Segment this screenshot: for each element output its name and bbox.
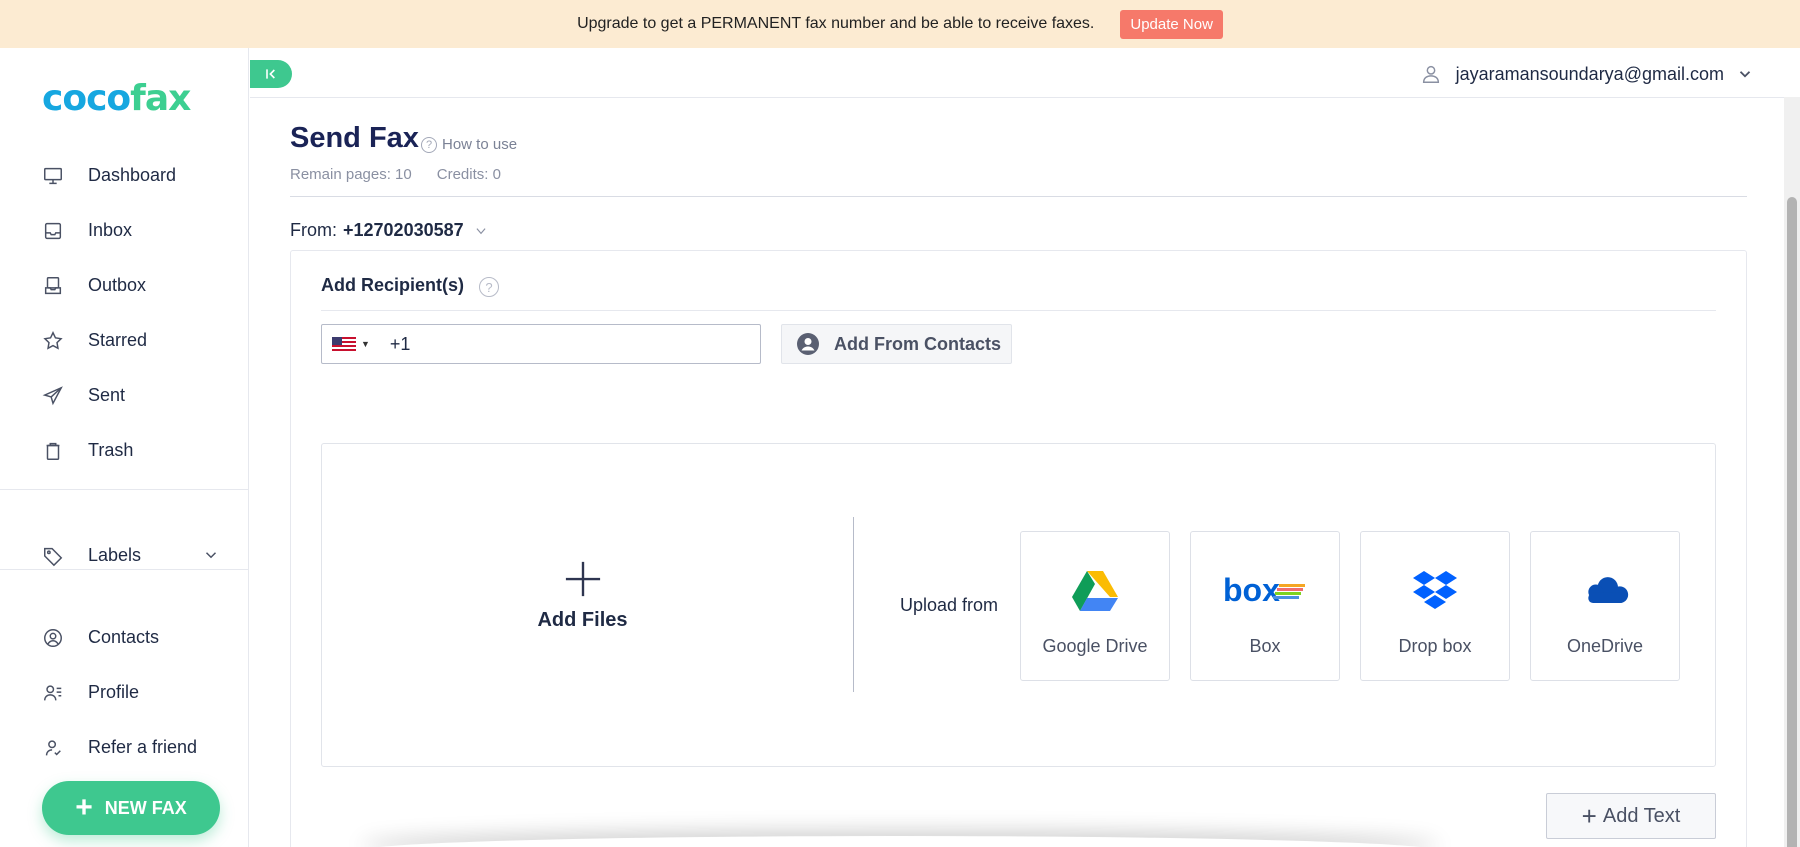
sidebar-item-label: Profile	[88, 682, 140, 702]
sidebar-item-label: Starred	[88, 330, 148, 350]
tag-icon	[44, 547, 63, 566]
sidebar-item-label: Inbox	[88, 220, 133, 240]
sidebar-item-label: Trash	[88, 440, 134, 460]
page-title: Send Fax	[290, 122, 419, 154]
sidebar-item-label: Refer a friend	[88, 737, 198, 757]
chevron-down-icon[interactable]	[202, 546, 220, 564]
user-email: jayaramansoundarya@gmail.com	[1455, 63, 1724, 84]
from-number-select[interactable]: From: +12702030587	[290, 220, 488, 241]
scrollbar-thumb[interactable]	[1787, 197, 1797, 847]
chevron-down-icon	[1739, 71, 1751, 78]
sidebar-item-label: Outbox	[88, 275, 147, 295]
help-icon: ?	[421, 136, 437, 153]
add-from-contacts-button[interactable]: Add From Contacts	[781, 324, 1012, 364]
sidebar-item-inbox[interactable]: Inbox	[0, 203, 248, 258]
profile-icon	[44, 684, 62, 700]
chevron-down-icon	[476, 227, 486, 234]
title-divider	[290, 196, 1747, 197]
remain-pages: Remain pages: 10	[290, 166, 412, 183]
box-icon: box	[1223, 574, 1305, 608]
send-icon	[42, 385, 63, 405]
user-menu[interactable]: jayaramansoundarya@gmail.com	[1420, 60, 1754, 88]
banner-text: Upgrade to get a PERMANENT fax number an…	[577, 15, 1095, 32]
sidebar-item-starred[interactable]: Starred	[0, 313, 248, 368]
add-files-button[interactable]: Add Files	[500, 560, 665, 632]
update-now-button[interactable]: Update Now	[1120, 9, 1223, 39]
sidebar-divider	[0, 569, 248, 570]
account-meta: Remain pages: 10 Credits: 0	[290, 166, 526, 183]
sidebar-item-label: Labels	[88, 545, 142, 565]
provider-label: Box	[1249, 636, 1281, 656]
outbox-icon	[44, 276, 62, 294]
sidebar-item-label: Contacts	[88, 627, 160, 647]
user-icon	[1422, 65, 1439, 83]
provider-label: OneDrive	[1566, 636, 1644, 656]
add-text-label: Add Text	[1602, 804, 1681, 827]
add-files-label: Add Files	[537, 609, 628, 631]
us-flag-icon[interactable]	[332, 337, 356, 351]
recipients-divider	[321, 310, 1716, 311]
onedrive-icon	[1588, 577, 1629, 604]
add-text-button[interactable]: + Add Text	[1546, 793, 1716, 839]
sidebar-item-label: Dashboard	[88, 165, 177, 185]
monitor-icon	[44, 167, 62, 184]
new-fax-button[interactable]: + NEW FAX	[42, 781, 220, 835]
contacts-icon	[44, 628, 62, 647]
sidebar-item-profile[interactable]: Profile	[0, 665, 248, 720]
phone-input[interactable]	[389, 333, 740, 355]
google-drive-icon	[1072, 571, 1118, 611]
dropbox-button[interactable]: Drop box	[1360, 531, 1510, 681]
sidebar-item-contacts[interactable]: Contacts	[0, 610, 248, 665]
how-to-use-link[interactable]: ? How to use	[421, 136, 517, 153]
onedrive-button[interactable]: OneDrive	[1530, 531, 1680, 681]
logo-part-coco: coco	[42, 78, 131, 119]
svg-text:box: box	[1223, 574, 1280, 608]
provider-label: Drop box	[1398, 636, 1472, 656]
plus-icon: +	[1581, 800, 1597, 831]
collapse-sidebar-button[interactable]	[250, 60, 292, 88]
sidebar-item-trash[interactable]: Trash	[0, 423, 248, 478]
sidebar-nav: Dashboard Inbox Outbox Starred Sent Tras…	[0, 148, 248, 478]
contact-avatar-icon	[797, 333, 819, 355]
refer-icon	[45, 739, 61, 755]
sidebar-divider	[0, 489, 248, 490]
caret-down-icon[interactable]: ▼	[361, 339, 370, 349]
add-from-contacts-label: Add From Contacts	[834, 333, 1002, 354]
sidebar-item-outbox[interactable]: Outbox	[0, 258, 248, 313]
dropbox-icon	[1413, 571, 1457, 609]
trash-icon	[46, 442, 60, 460]
credits: Credits: 0	[436, 166, 501, 183]
sidebar-item-labels[interactable]: Labels	[0, 528, 248, 583]
plus-icon	[565, 561, 600, 597]
upload-from-label: Upload from	[900, 595, 999, 615]
sidebar-item-dashboard[interactable]: Dashboard	[0, 148, 248, 203]
how-to-use-label: How to use	[442, 136, 518, 153]
from-number: +12702030587	[343, 220, 464, 240]
box-button[interactable]: box Box	[1190, 531, 1340, 681]
add-recipients-title: Add Recipient(s)	[321, 275, 465, 295]
sidebar-item-label: Sent	[88, 385, 126, 405]
sidebar-item-sent[interactable]: Sent	[0, 368, 248, 423]
collapse-left-icon	[266, 69, 275, 79]
plus-icon: +	[75, 791, 93, 824]
upgrade-banner: Upgrade to get a PERMANENT fax number an…	[0, 0, 1800, 48]
sidebar-item-refer-a-friend[interactable]: Refer a friend	[0, 720, 248, 775]
new-fax-label: NEW FAX	[104, 797, 187, 818]
sidebar-nav-secondary: Contacts Profile Refer a friend	[0, 610, 248, 775]
cocofax-logo[interactable]: cocofax	[42, 78, 191, 119]
inbox-icon	[44, 222, 62, 239]
provider-label: Google Drive	[1042, 636, 1148, 656]
scrollbar[interactable]	[1784, 97, 1800, 847]
from-label: From:	[290, 220, 337, 240]
star-icon	[43, 330, 63, 350]
sidebar: cocofax Dashboard Inbox Outbox Starred S…	[0, 48, 249, 847]
recipient-phone-field: ▼	[321, 324, 761, 364]
google-drive-button[interactable]: Google Drive	[1020, 531, 1170, 681]
help-icon[interactable]: ?	[479, 277, 499, 297]
upload-divider	[853, 517, 854, 692]
header-divider	[250, 97, 1800, 98]
logo-part-fax: fax	[130, 78, 191, 119]
